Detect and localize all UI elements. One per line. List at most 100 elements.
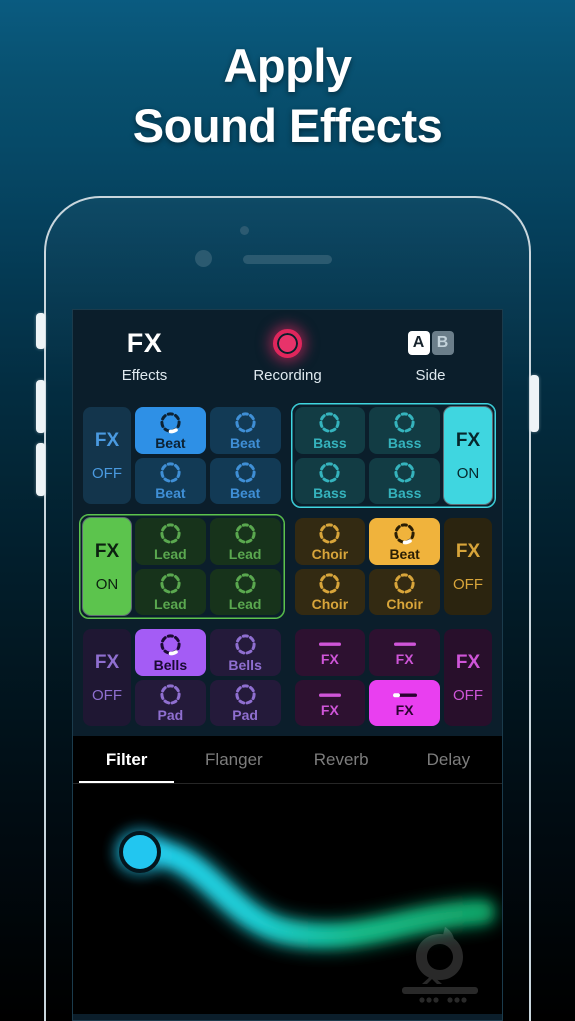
fx-toggle-label: FX (455, 540, 481, 562)
sound-pad-label: Bells (153, 656, 188, 673)
sound-pad[interactable]: Beat (209, 407, 281, 454)
tab-filter[interactable]: Filter (73, 736, 180, 783)
sound-pad-label: Beat (155, 434, 186, 451)
knob-icon (319, 523, 340, 544)
row-purple-left-group: FX OFF Bells Bells Pad Pad (79, 625, 285, 730)
knob-icon (235, 412, 256, 433)
sound-pad[interactable]: Pad (209, 679, 281, 726)
sound-pad-label: Bass (313, 434, 347, 451)
knob-icon (235, 523, 256, 544)
sound-pad[interactable]: Choir (294, 518, 366, 565)
row-green-left-group: FX ON Lead Lead Lead Lead (79, 514, 285, 619)
fx-toggle-right[interactable]: FX ON (444, 407, 492, 504)
fx-toggle-state: ON (95, 575, 119, 593)
fx-toggle-state: OFF (453, 575, 483, 593)
row-blue-left-group: FX OFF Beat Beat Beat Beat (79, 403, 285, 508)
earpiece-speaker (243, 255, 332, 264)
sound-pad[interactable]: Choir (369, 568, 440, 615)
sound-pad-label: FX (320, 701, 339, 718)
app-toolbar: FX Effects Recording A B Side (73, 310, 502, 403)
pad-cluster: Beat Beat Beat Beat (135, 407, 281, 504)
sound-pad-label: Lead (228, 545, 262, 562)
row-green-right-group: Choir Beat Choir Choir FX OFF (291, 514, 497, 619)
sound-pad[interactable]: Bass (294, 457, 366, 504)
fx-toggle-left[interactable]: FX OFF (83, 407, 131, 504)
row-blue-right-group: Bass Bass Bass Bass FX ON (290, 403, 496, 508)
sound-pad-label: Beat (229, 434, 261, 451)
knob-icon (394, 462, 415, 483)
sound-pad[interactable]: Beat (369, 518, 440, 565)
sound-pad[interactable]: Beat (135, 457, 206, 504)
fx-toggle-label: FX (455, 651, 481, 673)
sound-pad-label: FX (320, 651, 339, 668)
sound-pad-label: Bass (313, 485, 347, 502)
record-circle-icon[interactable] (273, 328, 302, 358)
fx-toggle-left[interactable]: FX OFF (83, 629, 131, 726)
knob-icon (160, 573, 181, 594)
knob-icon (235, 634, 256, 655)
tab-flanger[interactable]: Flanger (180, 736, 287, 783)
sound-pad-label: Choir (311, 545, 349, 562)
sound-pad-label: FX (395, 651, 414, 668)
page-title: Apply Sound Effects (0, 36, 575, 156)
sound-pad[interactable]: FX (369, 679, 440, 726)
effects-button[interactable]: FX Effects (73, 310, 216, 384)
fx-glyph-icon: FX (126, 328, 163, 358)
fx-toggle-right[interactable]: FX OFF (444, 518, 492, 615)
knob-icon (160, 412, 181, 434)
sound-pad[interactable]: Beat (135, 407, 206, 454)
sound-pad-label: Bass (387, 434, 422, 451)
sound-pad[interactable]: FX (294, 629, 366, 676)
side-toggle[interactable]: A B Side (359, 310, 502, 384)
knob-icon (319, 412, 340, 433)
side-option-a[interactable]: A (407, 331, 430, 355)
slider-line-icon (392, 692, 417, 697)
app-screen: FX Effects Recording A B Side FX OFF Bea… (72, 309, 503, 1021)
tab-reverb[interactable]: Reverb (288, 736, 395, 783)
recording-button[interactable]: Recording (216, 310, 359, 384)
proximity-sensor-icon (195, 250, 212, 267)
power-button[interactable] (530, 375, 539, 432)
sound-pad[interactable]: FX (294, 679, 366, 726)
mute-switch-button[interactable] (36, 313, 45, 349)
sound-pad[interactable]: Choir (294, 568, 366, 615)
knob-icon (235, 462, 256, 483)
effect-tabs: Filter Flanger Reverb Delay (73, 736, 502, 784)
headline-line-1: Apply (223, 39, 352, 92)
sound-pad[interactable]: FX (369, 629, 440, 676)
fx-toggle-left[interactable]: FX ON (83, 518, 131, 615)
recording-label: Recording (253, 367, 322, 384)
effects-label: Effects (121, 367, 168, 384)
sound-pad[interactable]: Lead (209, 568, 281, 615)
sound-pad[interactable]: Bass (369, 457, 440, 504)
side-label: Side (415, 367, 446, 384)
sound-pad[interactable]: Lead (135, 568, 206, 615)
knob-icon (160, 634, 181, 656)
volume-up-button[interactable] (36, 380, 45, 433)
sound-pad[interactable]: Bass (294, 407, 366, 454)
knob-icon (394, 573, 415, 594)
sound-pad[interactable]: Pad (135, 679, 206, 726)
xy-pad-handle[interactable] (119, 831, 161, 873)
volume-down-button[interactable] (36, 443, 45, 496)
headline-line-2: Sound Effects (132, 99, 443, 152)
fx-toggle-label: FX (94, 429, 120, 451)
sibche-logo-watermark (402, 927, 478, 1003)
fx-toggle-right[interactable]: FX OFF (444, 629, 492, 726)
sound-pad-label: Lead (154, 596, 187, 613)
sound-pad[interactable]: Bells (135, 629, 206, 676)
knob-icon (160, 684, 181, 705)
sound-pad[interactable]: Beat (209, 457, 281, 504)
fx-toggle-state: OFF (92, 686, 122, 704)
sound-pad[interactable]: Bells (209, 629, 281, 676)
sound-pad[interactable]: Lead (135, 518, 206, 565)
sound-pad[interactable]: Lead (209, 518, 281, 565)
tab-delay[interactable]: Delay (395, 736, 502, 783)
fx-toggle-state: ON (456, 464, 480, 482)
side-option-b[interactable]: B (431, 331, 454, 355)
sound-pad[interactable]: Bass (369, 407, 440, 454)
sound-pad-label: Bells (228, 656, 262, 673)
slider-line-icon (318, 693, 341, 697)
sound-pad-label: Pad (157, 707, 184, 724)
pad-cluster: Bass Bass Bass Bass (294, 407, 440, 504)
